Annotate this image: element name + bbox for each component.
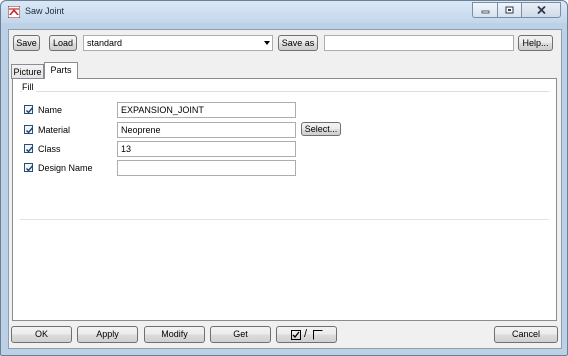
checkmark-icon [26, 127, 34, 134]
tekla-app-icon [8, 6, 20, 18]
caption-buttons [472, 2, 561, 18]
fill-group: Fill Name EXPANSION_JOINT Material Neopr… [20, 82, 549, 220]
checkmark-icon [26, 165, 34, 172]
save-as-button[interactable]: Save as [278, 35, 318, 51]
title-bar[interactable]: Saw Joint [1, 1, 567, 23]
select-material-button[interactable]: Select... [301, 122, 341, 136]
modify-button[interactable]: Modify [144, 326, 205, 343]
checkmark-icon [26, 146, 34, 153]
class-field[interactable]: 13 [117, 141, 296, 157]
save-as-name-input[interactable] [324, 35, 514, 51]
unchecked-box-icon [313, 330, 323, 340]
dialog-client-area: Save Load standard Save as Help... Pictu… [8, 29, 562, 349]
close-icon [536, 6, 546, 14]
saw-joint-dialog: Saw Joint Save Load standard Save as Hel… [0, 0, 568, 356]
apply-button[interactable]: Apply [77, 326, 138, 343]
checked-box-icon [291, 330, 301, 340]
minimize-button[interactable] [472, 2, 497, 18]
name-checkbox[interactable] [24, 105, 34, 114]
minimize-icon [481, 10, 489, 13]
material-label: Material [38, 125, 71, 135]
material-field[interactable]: Neoprene [117, 122, 296, 138]
material-checkbox[interactable] [24, 125, 34, 134]
name-field[interactable]: EXPANSION_JOINT [117, 102, 296, 118]
checkmark-icon [26, 107, 34, 114]
load-button[interactable]: Load [49, 35, 77, 51]
restore-icon [505, 6, 514, 14]
design-name-field[interactable] [117, 160, 296, 176]
toggle-checkboxes-button[interactable]: / [276, 326, 337, 343]
tab-parts[interactable]: Parts [44, 62, 78, 79]
design-name-label: Design Name [38, 163, 93, 173]
dialog-button-bar: OK Apply Modify Get / Cancel [9, 322, 561, 348]
preset-select-value: standard [87, 38, 123, 48]
toggle-separator: / [304, 328, 308, 340]
class-label: Class [38, 144, 61, 154]
window-title: Saw Joint [25, 6, 65, 16]
preset-select[interactable]: standard [83, 35, 273, 51]
ok-button[interactable]: OK [11, 326, 72, 343]
maximize-button[interactable] [497, 2, 521, 18]
close-button[interactable] [521, 2, 561, 18]
get-button[interactable]: Get [210, 326, 271, 343]
tab-picture[interactable]: Picture [11, 64, 44, 79]
class-checkbox[interactable] [24, 144, 34, 153]
fill-group-title: Fill [22, 82, 36, 92]
name-label: Name [38, 105, 63, 115]
help-button[interactable]: Help... [518, 35, 553, 51]
parts-tab-panel: Fill Name EXPANSION_JOINT Material Neopr… [12, 78, 557, 321]
save-button[interactable]: Save [13, 35, 40, 51]
design-name-checkbox[interactable] [24, 163, 34, 172]
cancel-button[interactable]: Cancel [494, 326, 558, 343]
dropdown-arrow-icon[interactable] [264, 41, 270, 45]
